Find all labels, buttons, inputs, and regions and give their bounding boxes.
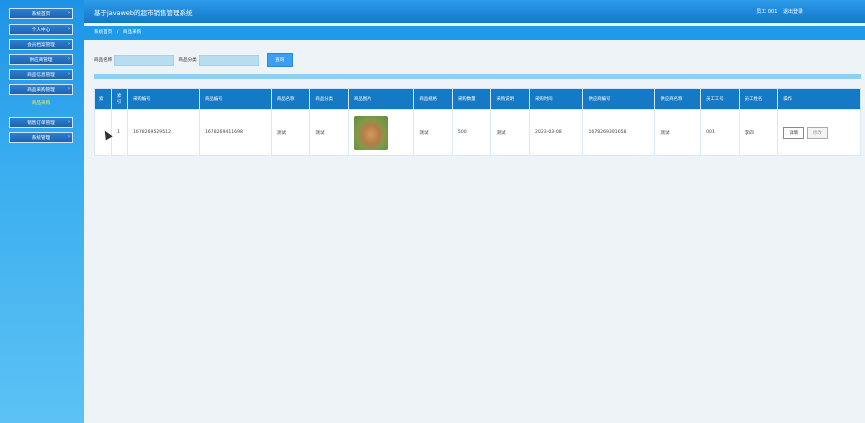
sidebar-item-label: 商品采购管理 [27, 87, 55, 93]
sidebar-item-label: 系统首页 [31, 11, 51, 17]
sidebar-item-label: 个人中心 [31, 27, 51, 33]
table-cell: 测试 [490, 109, 530, 156]
column-header: 供应商名称 [654, 88, 702, 110]
table-cell: 1678269411698 [198, 109, 272, 156]
product-category-label: 商品分类 [178, 58, 197, 63]
table-cell: 1678269529512 [127, 109, 200, 156]
column-header: 商品编号 [198, 88, 272, 110]
table-cell: 2023-03-08 [528, 109, 584, 156]
product-image-cell [347, 109, 415, 156]
sidebar-item-home[interactable]: 系统首页 › [9, 8, 73, 19]
table-cell: 001 [700, 109, 740, 156]
sidebar-item-label: 商品信息管理 [27, 72, 55, 78]
sidebar-item-system[interactable]: 系统管理 › [9, 132, 73, 143]
chevron-icon: › [68, 119, 70, 125]
edit-button[interactable]: 修改 [807, 126, 828, 139]
table-header-row: 索 索引 采购编号 商品编号 商品名称 商品分类 商品图片 商品规格 采购数量 … [94, 88, 861, 110]
sidebar-subitem-purchase[interactable]: 商品采购 [9, 100, 73, 106]
top-header: 基于javaweb的超市销售管理系统 员工 001 退出登录 [84, 0, 865, 23]
app-title: 基于javaweb的超市销售管理系统 [94, 9, 193, 17]
actions-cell: 详情 修改 [777, 109, 861, 156]
user-label: 员工 001 [756, 9, 778, 15]
product-category-input[interactable] [198, 54, 259, 66]
column-header-index: 索引 [111, 88, 128, 110]
chevron-icon: › [68, 71, 70, 77]
column-header: 操作 [777, 88, 861, 110]
breadcrumb: 系统首页 / 商品采购 [84, 26, 865, 40]
sidebar-item-suppliers[interactable]: 供应商管理 › [9, 54, 73, 65]
chevron-icon: › [68, 41, 70, 47]
column-header: 商品图片 [347, 88, 415, 110]
column-header: 采购说明 [490, 88, 530, 110]
user-area: 员工 001 退出登录 [756, 8, 803, 15]
column-header: 采购时间 [528, 88, 584, 110]
row-index: 1 [111, 109, 128, 156]
table-cell: 测试 [309, 109, 349, 156]
breadcrumb-home[interactable]: 系统首页 [94, 30, 112, 35]
toolbar-bar [94, 74, 861, 79]
logout-link[interactable]: 退出登录 [783, 9, 803, 15]
product-name-input[interactable] [114, 54, 175, 66]
sidebar-item-label: 会员档案管理 [27, 42, 55, 48]
sidebar-item-profile[interactable]: 个人中心 › [9, 24, 73, 35]
column-header: 商品分类 [309, 88, 349, 110]
search-bar: 商品名称 商品分类 查询 [94, 52, 293, 68]
chevron-icon: › [68, 10, 70, 16]
chevron-icon: › [68, 56, 70, 62]
sidebar: 系统首页 › 个人中心 › 会员档案管理 › 供应商管理 › 商品信息管理 › 商品采购管… [0, 0, 84, 423]
sidebar-item-label: 供应商管理 [29, 57, 53, 63]
sidebar-item-purchases[interactable]: 商品采购管理 › [9, 84, 73, 95]
sidebar-item-products[interactable]: 商品信息管理 › [9, 69, 73, 80]
table-cell: 测试 [413, 109, 453, 156]
column-header: 采购数量 [451, 88, 492, 110]
sidebar-item-sales-orders[interactable]: 销售订单管理 › [9, 117, 73, 128]
product-name-label: 商品名称 [94, 58, 113, 63]
product-image[interactable] [353, 115, 388, 150]
chevron-icon: › [68, 26, 70, 32]
breadcrumb-separator: / [116, 30, 119, 35]
purchase-table: 索 索引 采购编号 商品编号 商品名称 商品分类 商品图片 商品规格 采购数量 … [94, 88, 861, 156]
table-cell: 李四 [738, 109, 779, 156]
detail-button[interactable]: 详情 [783, 126, 805, 139]
sidebar-item-label: 销售订单管理 [27, 120, 55, 126]
search-button[interactable]: 查询 [266, 53, 293, 67]
sidebar-item-members[interactable]: 会员档案管理 › [9, 39, 73, 50]
chevron-icon: › [68, 86, 70, 92]
table-cell: 测试 [654, 109, 702, 156]
column-header: 员工姓名 [738, 88, 779, 110]
table-cell: 1678269391658 [582, 109, 656, 156]
select-all-header[interactable]: 索 [94, 88, 112, 110]
column-header: 商品规格 [413, 88, 453, 110]
column-header: 商品名称 [270, 88, 311, 110]
breadcrumb-current: 商品采购 [122, 30, 142, 35]
chevron-icon: › [68, 134, 70, 140]
sidebar-item-label: 系统管理 [31, 135, 51, 141]
column-header: 员工工号 [700, 88, 740, 110]
column-header: 采购编号 [127, 88, 200, 110]
column-header: 供应商编号 [582, 88, 656, 110]
table-row[interactable]: 1 1678269529512 1678269411698 测试 测试 测试 5… [94, 109, 861, 156]
table-cell: 500 [451, 109, 492, 156]
table-cell: 测试 [270, 109, 311, 156]
